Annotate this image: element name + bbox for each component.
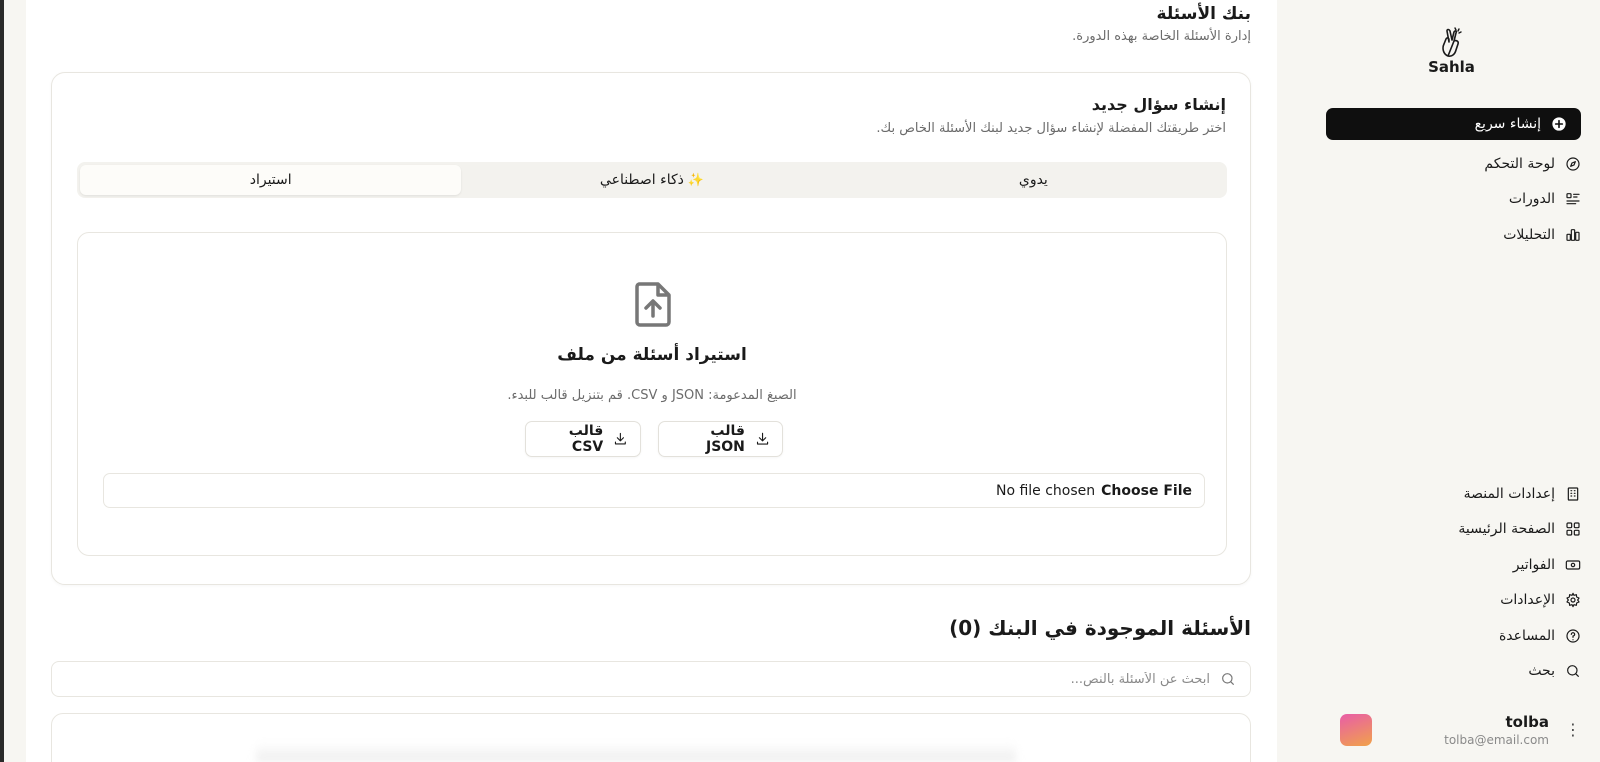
json-template-label: قالب JSON [705,423,745,455]
sidebar-item-label: الدورات [1508,191,1555,207]
grid-icon [1566,522,1580,536]
file-picker[interactable]: No file chosen Choose File [103,473,1205,508]
create-question-title: إنشاء سؤال جديد [1091,95,1226,114]
building-icon [1567,487,1579,501]
more-vertical-icon[interactable]: ⋮ [1565,720,1581,740]
sidebar-item-search[interactable]: بحث [1528,659,1581,683]
creation-method-tabs: يدوي ✨ ذكاء اصطناعي استيراد [77,162,1227,198]
window-edge [0,0,4,762]
download-icon [615,432,627,445]
avatar [1340,714,1372,746]
banknote-icon [1565,560,1581,570]
user-name: tolba [1505,713,1549,731]
tab-ai-label: ذكاء اصطناعي [599,172,684,188]
import-title: استيراد أسئلة من ملف [557,345,747,365]
sidebar-item-label: إعدادات المنصة [1463,486,1555,502]
sidebar-item-courses[interactable]: الدورات [1509,187,1581,211]
import-formats-hint: الصيغ المدعومة: JSON و CSV. قم بتنزيل قا… [507,388,797,403]
download-json-template-button[interactable]: قالب JSON [658,421,783,457]
user-email: tolba@email.com [1444,733,1549,747]
page-title: بنك الأسئلة [1156,4,1251,24]
download-csv-template-button[interactable]: قالب CSV [525,421,641,457]
main-content: بنك الأسئلة إدارة الأسئلة الخاصة بهذه ال… [26,0,1277,762]
choose-file-button[interactable]: Choose File [1101,483,1192,499]
sidebar-item-platform-settings[interactable]: إعدادات المنصة [1464,482,1581,506]
sidebar: Sahla إنشاء سريع لوحة التحكم الدورات الت… [1303,0,1600,762]
bank-questions-title: الأسئلة الموجودة في البنك (0) [949,616,1251,640]
csv-template-label: قالب CSV [568,423,604,455]
import-dropzone: استيراد أسئلة من ملف الصيغ المدعومة: JSO… [77,232,1227,556]
list-icon [1566,193,1580,205]
tab-import[interactable]: استيراد [80,165,462,195]
sparkles-icon: ✨ [687,172,705,188]
scroll-shadow [256,742,1016,762]
search-input[interactable] [110,671,1210,687]
tab-ai[interactable]: ✨ ذكاء اصطناعي [461,165,842,195]
compass-icon [1566,157,1580,171]
tab-manual[interactable]: يدوي [843,165,1224,195]
logo-text: Sahla [1428,58,1475,76]
file-upload-icon [635,282,671,327]
quick-create-label: إنشاء سريع [1474,116,1541,132]
sidebar-item-label: الإعدادات [1500,592,1555,608]
sidebar-item-settings[interactable]: الإعدادات [1500,588,1581,612]
app-logo[interactable]: Sahla [1303,26,1600,76]
sidebar-item-label: بحث [1528,663,1555,679]
tab-import-label: استيراد [249,172,292,188]
sidebar-item-label: الفواتير [1512,557,1555,573]
sidebar-item-help[interactable]: المساعدة [1499,624,1581,648]
sidebar-item-analytics[interactable]: التحليلات [1503,223,1581,247]
bar-chart-icon [1566,229,1580,241]
sidebar-item-invoices[interactable]: الفواتير [1513,553,1581,577]
sidebar-item-label: المساعدة [1498,628,1555,644]
page-subtitle: إدارة الأسئلة الخاصة بهذه الدورة. [1072,29,1251,44]
create-question-description: اختر طريقتك المفضلة لإنشاء سؤال جديد لبن… [876,121,1226,136]
help-icon [1566,629,1580,643]
sidebar-item-home[interactable]: الصفحة الرئيسية [1458,517,1581,541]
download-icon [756,432,769,445]
sidebar-item-label: لوحة التحكم [1484,156,1555,172]
sidebar-item-dashboard[interactable]: لوحة التحكم [1484,152,1581,176]
sidebar-item-label: التحليلات [1503,227,1555,243]
question-search [51,661,1251,697]
plus-circle-icon [1552,117,1566,131]
search-icon [1222,673,1234,685]
file-status: No file chosen [995,482,1096,499]
create-question-card: إنشاء سؤال جديد اختر طريقتك المفضلة لإنش… [51,72,1251,585]
search-icon [1567,665,1579,677]
quick-create-button[interactable]: إنشاء سريع [1326,108,1581,140]
hand-logo-icon [1441,27,1462,57]
gear-icon [1566,592,1580,608]
sidebar-item-label: الصفحة الرئيسية [1458,521,1555,537]
user-profile[interactable]: ⋮ tolba tolba@email.com [1331,710,1581,750]
tab-manual-label: يدوي [1018,172,1048,188]
